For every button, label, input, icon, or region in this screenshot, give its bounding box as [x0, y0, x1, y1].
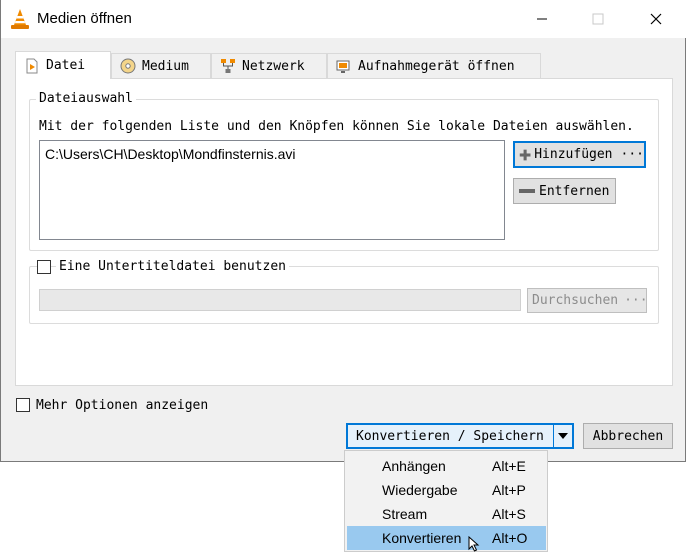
tab-label: Aufnahmegerät öffnen	[358, 58, 515, 74]
vlc-cone-icon	[11, 9, 29, 29]
cancel-label: Abbrechen	[592, 428, 664, 444]
menu-item-anhaengen[interactable]: Anhängen Alt+E	[347, 454, 546, 478]
capture-device-icon	[336, 60, 350, 73]
convert-dropdown-menu: Anhängen Alt+E Wiedergabe Alt+P Stream A…	[344, 450, 548, 552]
tab-datei[interactable]: Datei	[15, 51, 111, 79]
remove-file-button[interactable]: Entfernen	[513, 178, 616, 204]
file-selection-description: Mit der folgenden Liste und den Knöpfen …	[39, 119, 634, 134]
tab-label: Medium	[142, 58, 189, 74]
maximize-icon	[592, 13, 604, 25]
minimize-icon	[537, 18, 547, 20]
menu-item-shortcut: Alt+S	[492, 506, 526, 522]
mouse-cursor-icon	[468, 536, 480, 552]
tab-medium[interactable]: Medium	[111, 53, 211, 78]
menu-item-label: Stream	[382, 506, 428, 522]
menu-item-shortcut: Alt+E	[492, 458, 526, 474]
more-options-label[interactable]: Mehr Optionen anzeigen	[36, 398, 208, 413]
tab-aufnahmegeraet[interactable]: Aufnahmegerät öffnen	[327, 53, 541, 78]
network-icon	[221, 59, 235, 73]
file-selection-group-title: Dateiauswahl	[36, 91, 136, 106]
menu-item-label: Anhängen	[382, 458, 446, 474]
cancel-button[interactable]: Abbrechen	[583, 423, 673, 449]
subtitle-path-field	[39, 289, 521, 311]
close-button[interactable]	[633, 0, 679, 38]
subtitle-checkbox-label[interactable]: Eine Untertiteldatei benutzen	[56, 259, 289, 274]
file-icon	[26, 58, 38, 73]
disc-icon	[120, 58, 136, 74]
tab-netzwerk[interactable]: Netzwerk	[211, 53, 327, 78]
menu-item-konvertieren[interactable]: Konvertieren Alt+O	[347, 526, 546, 550]
menu-item-shortcut: Alt+O	[492, 530, 528, 546]
close-icon	[650, 13, 662, 25]
tab-label: Datei	[46, 58, 86, 73]
add-file-ellipsis: ···	[620, 147, 644, 162]
add-file-button[interactable]: Hinzufügen ···	[513, 141, 646, 168]
chevron-down-icon	[558, 433, 568, 439]
remove-file-label: Entfernen	[539, 183, 610, 199]
menu-item-shortcut: Alt+P	[492, 482, 526, 498]
window-title: Medien öffnen	[37, 10, 132, 27]
more-options-checkbox[interactable]	[16, 398, 30, 412]
browse-subtitle-ellipsis: ···	[624, 293, 648, 308]
minus-icon	[519, 189, 535, 193]
plus-icon	[519, 149, 531, 160]
minimize-button[interactable]	[519, 0, 565, 38]
convert-save-label: Konvertieren / Speichern	[356, 428, 544, 444]
open-media-dialog: Medien öffnen Datei Medium Netzwerk Aufn…	[0, 0, 687, 462]
convert-dropdown-toggle[interactable]	[553, 425, 572, 447]
subtitle-checkbox[interactable]	[37, 260, 51, 274]
file-list-item[interactable]: C:\Users\CH\Desktop\Mondfinsternis.avi	[45, 146, 296, 162]
file-list[interactable]: C:\Users\CH\Desktop\Mondfinsternis.avi	[39, 140, 505, 240]
menu-item-label: Konvertieren	[382, 530, 462, 546]
convert-save-button[interactable]: Konvertieren / Speichern	[346, 423, 574, 449]
title-bar: Medien öffnen	[1, 0, 687, 38]
add-file-label: Hinzufügen	[534, 147, 613, 162]
maximize-button[interactable]	[575, 0, 621, 38]
browse-subtitle-label: Durchsuchen	[532, 293, 619, 308]
menu-item-stream[interactable]: Stream Alt+S	[347, 502, 546, 526]
menu-item-wiedergabe[interactable]: Wiedergabe Alt+P	[347, 478, 546, 502]
browse-subtitle-button[interactable]: Durchsuchen ···	[527, 288, 648, 313]
menu-item-label: Wiedergabe	[382, 482, 458, 498]
tab-label: Netzwerk	[242, 58, 305, 74]
